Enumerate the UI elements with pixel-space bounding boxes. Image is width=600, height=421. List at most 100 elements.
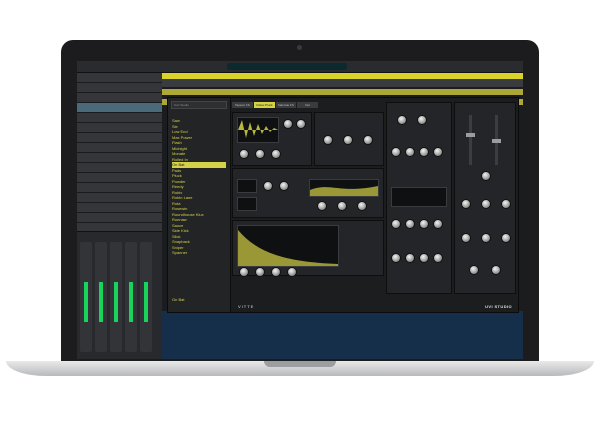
laptop-notch: [264, 361, 336, 367]
knob[interactable]: [481, 233, 491, 243]
plugin-logo: VITTE: [238, 304, 255, 309]
knob[interactable]: [391, 147, 401, 157]
channel-strip[interactable]: [80, 242, 92, 352]
layer-tab[interactable]: Saturate FS: [275, 102, 297, 108]
knob[interactable]: [501, 233, 511, 243]
knob[interactable]: [405, 253, 415, 263]
layer-tab[interactable]: Taperer FS: [232, 102, 253, 108]
knob[interactable]: [433, 147, 443, 157]
knob[interactable]: [417, 115, 427, 125]
knob[interactable]: [405, 147, 415, 157]
brand-label: UVI STUDIO: [485, 304, 512, 309]
knob[interactable]: [323, 135, 333, 145]
knob[interactable]: [279, 181, 289, 191]
knob[interactable]: [296, 119, 306, 129]
track-row[interactable]: [77, 103, 162, 113]
preset-item[interactable]: Spanner: [172, 250, 226, 256]
preset-browser: Sort Studio Saw Sie Low End Max Power Flash M…: [168, 98, 231, 312]
track-row[interactable]: [77, 123, 162, 133]
transport-display: [227, 63, 347, 70]
knob[interactable]: [419, 147, 429, 157]
knob[interactable]: [491, 265, 501, 275]
knob[interactable]: [469, 265, 479, 275]
knob[interactable]: [481, 199, 491, 209]
mixer: [77, 231, 162, 359]
channel-strip[interactable]: [110, 242, 122, 352]
track-row[interactable]: [77, 163, 162, 173]
search-input[interactable]: Sort Studio: [171, 101, 227, 109]
current-preset: On Bat: [172, 297, 185, 302]
track-row[interactable]: [77, 203, 162, 213]
master-section: [454, 102, 516, 294]
knob[interactable]: [271, 267, 281, 277]
knob[interactable]: [391, 253, 401, 263]
camera: [297, 45, 302, 50]
region[interactable]: [162, 89, 523, 95]
fader[interactable]: [144, 282, 148, 322]
knob[interactable]: [337, 201, 347, 211]
slider-cap[interactable]: [492, 139, 501, 143]
oscillator-section: [232, 112, 312, 166]
track-row[interactable]: [77, 83, 162, 93]
knob[interactable]: [433, 219, 443, 229]
channel-strip[interactable]: [125, 242, 137, 352]
knob[interactable]: [397, 115, 407, 125]
knob[interactable]: [405, 219, 415, 229]
knob[interactable]: [419, 219, 429, 229]
envelope-display: [309, 179, 379, 197]
knob[interactable]: [433, 253, 443, 263]
synth-plugin-window: Sort Studio Saw Sie Low End Max Power Flash M…: [167, 97, 519, 313]
layer-tab[interactable]: Yellow Pluck: [253, 102, 275, 108]
knob[interactable]: [481, 171, 491, 181]
slider-cap[interactable]: [466, 133, 475, 137]
track-row[interactable]: [77, 143, 162, 153]
volume-slider[interactable]: [492, 115, 501, 165]
effects-section: [386, 102, 452, 294]
knob[interactable]: [363, 135, 373, 145]
envelope-curve: [238, 230, 338, 266]
knob[interactable]: [419, 253, 429, 263]
track-row[interactable]: [77, 213, 162, 223]
waveform-display: [237, 117, 279, 143]
track-row[interactable]: [77, 133, 162, 143]
fader[interactable]: [114, 282, 118, 322]
knob[interactable]: [239, 267, 249, 277]
channel-strip[interactable]: [140, 242, 152, 352]
knob[interactable]: [271, 149, 281, 159]
envelope-display: [237, 225, 339, 267]
knob[interactable]: [283, 119, 293, 129]
knob[interactable]: [263, 181, 273, 191]
knob[interactable]: [461, 233, 471, 243]
knob[interactable]: [255, 267, 265, 277]
cycle-region[interactable]: [162, 73, 523, 79]
fader[interactable]: [129, 282, 133, 322]
layer-tab[interactable]: Del: [297, 102, 318, 108]
audio-region[interactable]: [162, 311, 523, 359]
screen: Sort Studio Saw Sie Low End Max Power Flash M…: [77, 61, 523, 359]
fader[interactable]: [99, 282, 103, 322]
knob[interactable]: [461, 199, 471, 209]
channel-strip[interactable]: [95, 242, 107, 352]
volume-slider[interactable]: [466, 115, 475, 165]
timeline-ruler[interactable]: [162, 73, 523, 87]
knob[interactable]: [357, 201, 367, 211]
layer-tabs: Taperer FS Yellow Pluck Saturate FS Del: [232, 102, 318, 108]
track-row[interactable]: [77, 193, 162, 203]
knob[interactable]: [287, 267, 297, 277]
fader[interactable]: [84, 282, 88, 322]
oscillator-2-section: [232, 168, 384, 218]
wave-mini: [237, 197, 257, 211]
track-row[interactable]: [77, 183, 162, 193]
track-row[interactable]: [77, 173, 162, 183]
knob[interactable]: [343, 135, 353, 145]
knob[interactable]: [239, 149, 249, 159]
track-row[interactable]: [77, 93, 162, 103]
knob[interactable]: [501, 199, 511, 209]
knob[interactable]: [317, 201, 327, 211]
waveform-graph: [238, 120, 278, 138]
knob[interactable]: [391, 219, 401, 229]
track-row[interactable]: [77, 73, 162, 83]
track-row[interactable]: [77, 113, 162, 123]
knob[interactable]: [255, 149, 265, 159]
track-row[interactable]: [77, 153, 162, 163]
